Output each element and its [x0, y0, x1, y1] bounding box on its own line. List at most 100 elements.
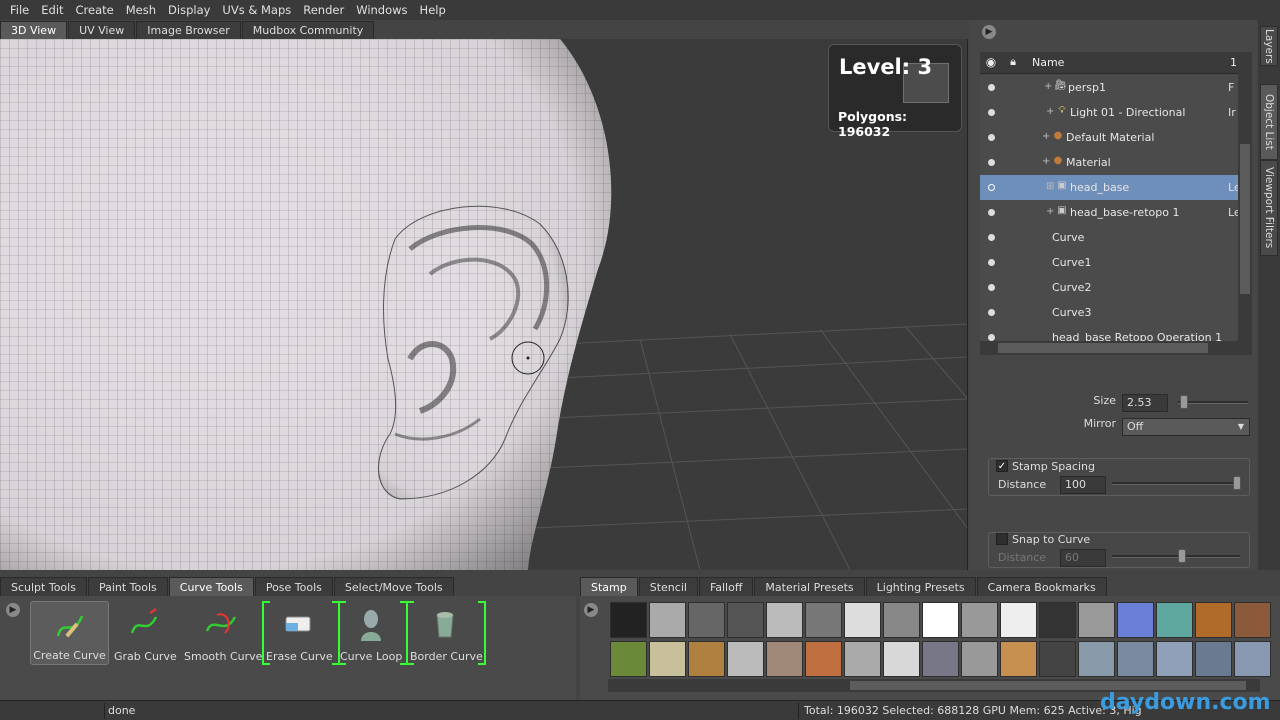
collapse-panel-icon[interactable]: ▶ — [982, 25, 996, 39]
stamp-thumbnail[interactable] — [844, 602, 881, 638]
size-slider-knob[interactable] — [1179, 395, 1188, 409]
stamp-thumbnail[interactable] — [805, 602, 842, 638]
menu-item-display[interactable]: Display — [162, 3, 216, 17]
object-list-vscroll[interactable] — [1238, 52, 1252, 341]
stamp-thumbnail[interactable] — [649, 641, 686, 677]
object-list-row[interactable]: + 🎥︎ persp1 F — [980, 75, 1238, 100]
stamp-thumbnail[interactable] — [844, 641, 881, 677]
size-slider[interactable] — [1178, 401, 1248, 404]
tab-stencil[interactable]: Stencil — [638, 577, 698, 596]
object-list-row[interactable]: head_base Retopo Operation 1 — [980, 325, 1238, 341]
stamp-thumbnail[interactable] — [727, 602, 764, 638]
snap-distance-field[interactable]: 60 — [1060, 549, 1106, 567]
visibility-toggle[interactable] — [988, 109, 995, 116]
tab-mudbox-community[interactable]: Mudbox Community — [241, 21, 375, 39]
stamp-thumbnail[interactable] — [883, 641, 920, 677]
snap-distance-slider-knob[interactable] — [1178, 549, 1187, 563]
tool-erase-curve[interactable]: Erase Curve — [266, 601, 333, 665]
stamp-thumbnail[interactable] — [1195, 602, 1232, 638]
stamp-thumbnail[interactable] — [961, 602, 998, 638]
second-column-header[interactable]: 1 — [1230, 56, 1237, 69]
tab-curve-tools[interactable]: Curve Tools — [168, 577, 254, 596]
shelf-expand-icon[interactable]: ▶ — [6, 603, 20, 617]
object-list-row[interactable]: Curve1 — [980, 250, 1238, 275]
stamp-thumbnail[interactable] — [649, 602, 686, 638]
stamp-thumbnail[interactable] — [1195, 641, 1232, 677]
visibility-toggle[interactable] — [988, 159, 995, 166]
distance-slider-knob[interactable] — [1233, 476, 1242, 490]
tree-expand-icon[interactable]: + — [1042, 131, 1050, 142]
object-list-row[interactable]: + ▣ head_base-retopo 1 Le — [980, 200, 1238, 225]
tab-select-move-tools[interactable]: Select/Move Tools — [333, 577, 454, 596]
lock-icon[interactable]: 🔒︎ — [1004, 55, 1022, 71]
name-column-header[interactable]: Name — [1032, 56, 1064, 69]
tab-sculpt-tools[interactable]: Sculpt Tools — [0, 577, 87, 596]
tool-create-curve[interactable]: Create Curve — [30, 601, 109, 665]
distance-slider[interactable] — [1112, 482, 1240, 485]
stamp-thumbnail[interactable] — [883, 602, 920, 638]
stamp-thumbnail[interactable] — [1117, 602, 1154, 638]
3d-viewport[interactable]: Level: 3 Polygons: 196032 — [0, 39, 968, 570]
menu-item-edit[interactable]: Edit — [35, 3, 69, 17]
stamp-thumbnail[interactable] — [1234, 641, 1271, 677]
stamp-thumbnail[interactable] — [1039, 641, 1076, 677]
object-list-row[interactable]: + 💡︎ Light 01 - Directional Ir — [980, 100, 1238, 125]
tab-stamp[interactable]: Stamp — [580, 577, 638, 596]
size-field[interactable]: 2.53 — [1122, 394, 1168, 412]
stamp-thumbnail[interactable] — [922, 641, 959, 677]
stamp-thumbnail[interactable] — [1000, 602, 1037, 638]
tree-expand-icon[interactable]: + — [1046, 106, 1054, 117]
hscroll-thumb[interactable] — [998, 343, 1208, 353]
stamp-thumbnail[interactable] — [1000, 641, 1037, 677]
visibility-toggle[interactable] — [988, 334, 995, 341]
stamp-spacing-checkbox[interactable]: ✓ — [996, 460, 1008, 472]
stamp-expand-icon[interactable]: ▶ — [584, 603, 598, 617]
stamp-thumbnail[interactable] — [1078, 602, 1115, 638]
tree-expand-icon[interactable]: ⊞ — [1046, 181, 1054, 192]
tab-camera-bookmarks[interactable]: Camera Bookmarks — [976, 577, 1107, 596]
tab-paint-tools[interactable]: Paint Tools — [87, 577, 168, 596]
visibility-toggle[interactable] — [988, 134, 995, 141]
menu-item-file[interactable]: File — [4, 3, 35, 17]
stamp-thumbnail[interactable] — [922, 602, 959, 638]
tool-border-curve[interactable]: Border Curve — [410, 601, 483, 665]
stamp-thumbnail[interactable] — [688, 602, 725, 638]
vscroll-thumb[interactable] — [1240, 144, 1250, 294]
tree-expand-icon[interactable]: + — [1044, 81, 1052, 92]
stamp-thumbnail[interactable] — [1078, 641, 1115, 677]
visibility-icon[interactable]: ◉ — [982, 55, 1000, 71]
menu-item-help[interactable]: Help — [414, 3, 452, 17]
stamp-thumbnail[interactable] — [766, 641, 803, 677]
stamp-thumbnail[interactable] — [1117, 641, 1154, 677]
side-tab-object-list[interactable]: Object List — [1260, 84, 1278, 160]
tool-curve-loop[interactable]: Curve Loop — [340, 601, 402, 665]
tab-image-browser[interactable]: Image Browser — [136, 21, 241, 39]
stamp-thumbnail[interactable] — [1234, 602, 1271, 638]
stamp-thumbnail[interactable] — [766, 602, 803, 638]
object-list-row[interactable]: Curve2 — [980, 275, 1238, 300]
tool-smooth-curve[interactable]: Smooth Curve — [184, 601, 262, 665]
object-list-row[interactable]: + ● Material — [980, 150, 1238, 175]
object-list-row[interactable]: + ● Default Material — [980, 125, 1238, 150]
snap-distance-slider[interactable] — [1112, 555, 1240, 558]
stamp-thumbnail[interactable] — [610, 641, 647, 677]
tab-pose-tools[interactable]: Pose Tools — [254, 577, 333, 596]
menu-item-mesh[interactable]: Mesh — [120, 3, 162, 17]
stamp-thumbnail[interactable] — [1039, 602, 1076, 638]
stamp-thumbnail[interactable] — [1156, 641, 1193, 677]
menu-item-render[interactable]: Render — [297, 3, 350, 17]
visibility-toggle[interactable] — [988, 184, 995, 191]
menu-item-uvs-maps[interactable]: UVs & Maps — [216, 3, 297, 17]
tab-material-presets[interactable]: Material Presets — [754, 577, 865, 596]
visibility-toggle[interactable] — [988, 209, 995, 216]
snap-to-curve-checkbox[interactable] — [996, 533, 1008, 545]
tab-lighting-presets[interactable]: Lighting Presets — [865, 577, 976, 596]
tab-uv-view[interactable]: UV View — [68, 21, 136, 39]
object-list-row[interactable]: ⊞ ▣ head_base Le — [980, 175, 1238, 200]
tree-expand-icon[interactable]: + — [1046, 206, 1054, 217]
stamp-hscroll-thumb[interactable] — [850, 681, 1246, 690]
stamp-thumbnail[interactable] — [961, 641, 998, 677]
tool-grab-curve[interactable]: Grab Curve — [114, 601, 177, 665]
tree-expand-icon[interactable]: + — [1042, 156, 1050, 167]
object-list-row[interactable]: Curve3 — [980, 300, 1238, 325]
